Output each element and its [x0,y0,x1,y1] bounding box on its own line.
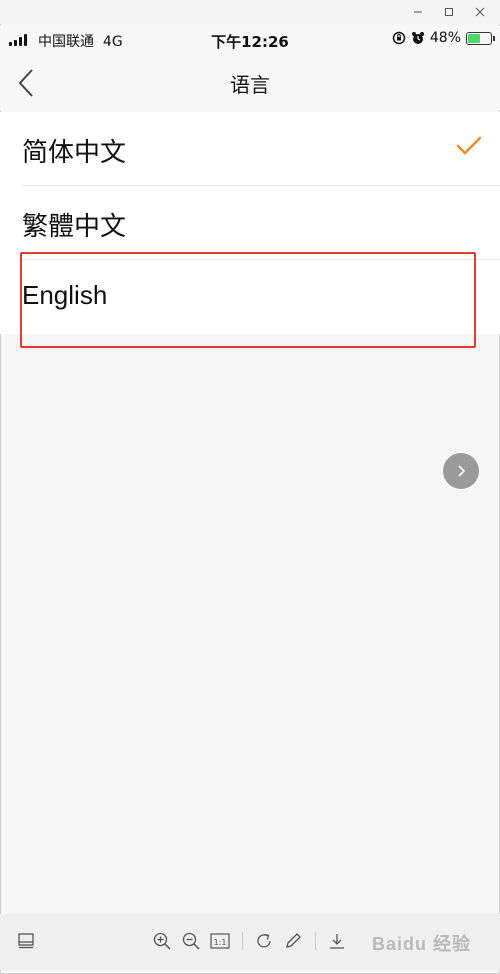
download-icon [330,934,344,949]
edit-button[interactable] [281,930,305,952]
window-titlebar [0,0,500,24]
actual-size-button[interactable]: 1:1 [208,930,232,952]
minimize-window-button[interactable] [405,2,431,22]
navigation-bar: 语言 [0,56,500,110]
actual-size-label: 1:1 [214,938,227,947]
language-option-simplified-chinese[interactable]: 简体中文 [22,112,500,186]
toolbar-divider [315,932,316,950]
rotate-button[interactable] [252,930,276,952]
status-bar: 中国联通 4G 下午12:26 48% [0,26,500,56]
layout-button[interactable] [14,930,38,952]
status-right-group: 48% [392,30,495,46]
language-label: 简体中文 [22,137,127,167]
alarm-icon [411,32,424,44]
highlight-annotation-box [20,252,476,348]
toolbar-divider [242,932,243,950]
battery-percent: 48% [429,30,461,46]
rotate-icon [257,933,271,948]
minimize-icon [414,11,422,13]
maximize-window-button[interactable] [436,2,462,22]
language-label: 繁體中文 [22,211,127,241]
chevron-right-icon [458,465,466,477]
watermark-logo: Baidu 经验 [372,934,472,954]
edit-pen-icon [286,933,301,948]
zoom-in-button[interactable] [150,930,174,952]
checkmark-icon [456,136,482,155]
zoom-in-icon [153,932,171,950]
layout-icon [18,933,34,949]
next-page-button[interactable] [443,453,479,489]
page-title: 语言 [230,73,270,97]
battery-icon [466,31,495,45]
zoom-out-icon [182,932,200,950]
download-button[interactable] [325,930,349,952]
zoom-out-button[interactable] [179,930,203,952]
language-option-traditional-chinese[interactable]: 繁體中文 [22,186,500,260]
close-window-button[interactable] [467,2,493,22]
rotation-lock-icon [392,31,406,45]
actual-size-icon: 1:1 [210,933,230,949]
maximize-icon [445,8,453,16]
close-icon [475,7,485,17]
viewer-toolbar: 1:1 Baidu 经验 [0,914,500,970]
